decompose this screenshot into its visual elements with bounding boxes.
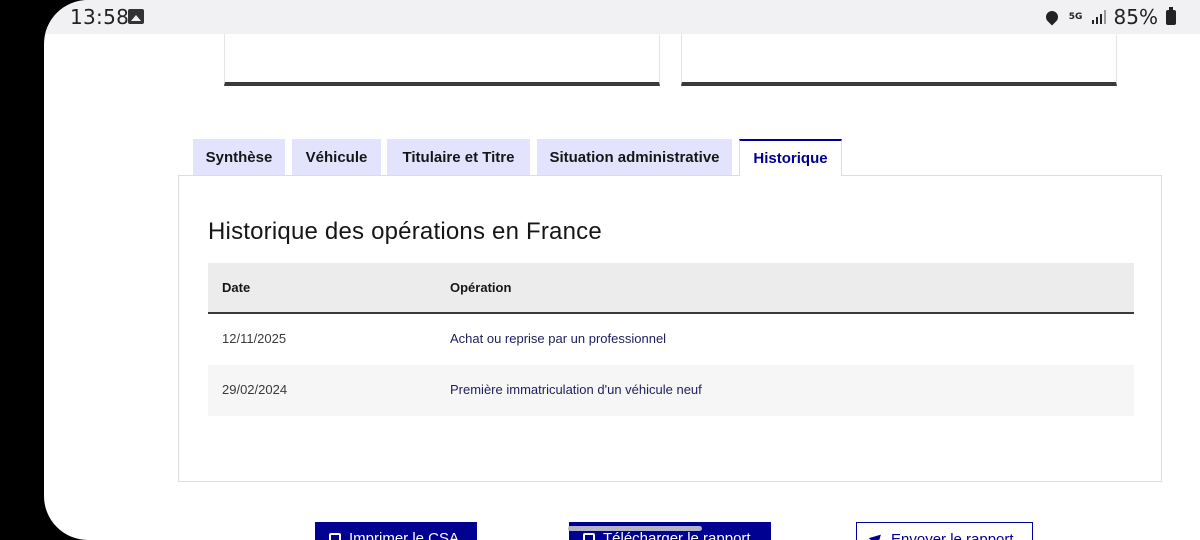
status-time: 13:58: [70, 5, 130, 29]
send-report-label: Envoyer le rapport: [891, 531, 1014, 540]
location-icon: [1043, 8, 1061, 26]
table-row: 12/11/2025 Achat ou reprise par un profe…: [208, 314, 1134, 365]
column-header-date: Date: [222, 280, 251, 295]
table-header: Date Opération: [208, 263, 1134, 314]
download-report-label: Télécharger le rapport: [603, 530, 751, 540]
printer-icon: [329, 533, 341, 540]
download-report-button[interactable]: Télécharger le rapport: [569, 522, 771, 540]
row-operation: Achat ou reprise par un professionnel: [450, 331, 667, 346]
top-card-left: [224, 34, 660, 86]
send-report-button[interactable]: Envoyer le rapport: [856, 522, 1033, 540]
table-row: 29/02/2024 Première immatriculation d'un…: [208, 365, 1134, 416]
print-csa-label: Imprimer le CSA: [349, 530, 460, 540]
historique-panel: Historique des opérations en France Date…: [178, 175, 1162, 482]
operations-table: Date Opération 12/11/2025 Achat ou repri…: [208, 263, 1134, 416]
row-date: 29/02/2024: [222, 382, 288, 397]
signal-icon: [1091, 10, 1106, 24]
top-card-right: [681, 34, 1117, 86]
panel-title: Historique des opérations en France: [208, 218, 602, 245]
tab-titulaire-titre[interactable]: Titulaire et Titre: [387, 139, 530, 176]
status-bar: 13:58 5G 85%: [44, 0, 1200, 34]
home-indicator[interactable]: [568, 526, 702, 531]
send-icon: [868, 530, 886, 540]
row-date: 12/11/2025: [222, 331, 287, 346]
status-icons: 5G 85%: [1043, 5, 1176, 29]
tab-situation-administrative[interactable]: Situation administrative: [537, 139, 732, 176]
tab-vehicule[interactable]: Véhicule: [292, 139, 381, 176]
tab-historique[interactable]: Historique: [739, 139, 842, 176]
gallery-notification-icon: [128, 9, 144, 24]
tab-synthese[interactable]: Synthèse: [193, 139, 285, 176]
column-header-operation: Opération: [450, 280, 512, 295]
network-type: 5G: [1068, 11, 1083, 22]
battery-level: 85%: [1113, 5, 1158, 29]
battery-icon: [1166, 6, 1176, 25]
device-screen: 13:58 5G 85% Synthèse Véhicule Titulaire…: [44, 0, 1200, 540]
tab-bar: Synthèse Véhicule Titulaire et Titre Sit…: [178, 139, 1162, 176]
download-icon: [583, 533, 595, 540]
print-csa-button[interactable]: Imprimer le CSA: [315, 522, 477, 540]
row-operation: Première immatriculation d'un véhicule n…: [450, 382, 702, 397]
